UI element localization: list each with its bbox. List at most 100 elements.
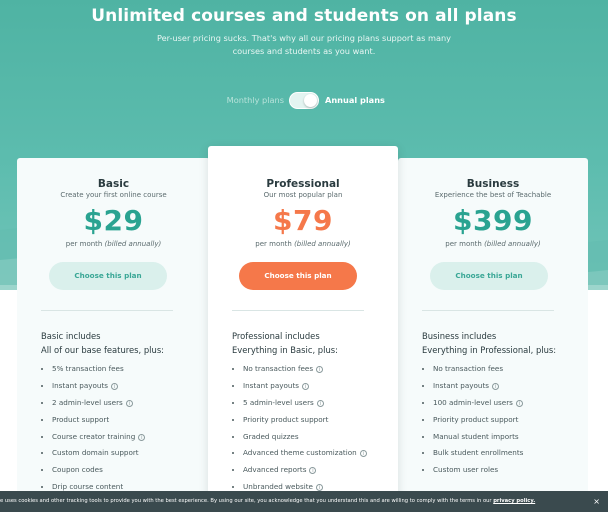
feature-label: Custom user roles [433, 465, 499, 475]
plan-period: per month (billed annually) [17, 240, 210, 248]
includes-title: Basic includes [41, 331, 101, 341]
feature-label: No transaction fees [243, 364, 314, 373]
includes-subtitle: All of our base features, plus: [41, 345, 165, 355]
bullet-icon [41, 384, 43, 387]
plan-price: $79 [273, 204, 333, 237]
includes-title: Business includes [422, 331, 497, 341]
feature-label: Priority product support [433, 414, 519, 424]
feature-label: Instant payouts [433, 380, 490, 390]
plan-period: per month (billed annually) [208, 240, 398, 248]
feature-label: Manual student imports [433, 431, 519, 441]
bullet-icon [232, 452, 234, 455]
card-divider [232, 310, 364, 311]
info-icon[interactable]: i [316, 399, 324, 407]
list-item: 2 admin-level users i [41, 398, 145, 415]
feature-label: Coupon codes [52, 465, 103, 475]
list-item: 100 admin-level users i [422, 398, 523, 415]
feature-label: Custom domain support [52, 448, 139, 458]
page-headline: Unlimited courses and students on all pl… [91, 6, 517, 26]
feature-label: 5 admin-level users [243, 397, 314, 407]
list-item: Bulk student enrollments [422, 448, 523, 465]
list-item: Custom domain support [41, 448, 145, 465]
feature-label: Priority product support [243, 414, 329, 424]
info-icon[interactable]: i [111, 382, 119, 390]
plan-card-basic: Basic Create your first online course $2… [17, 158, 210, 503]
info-icon[interactable]: i [302, 382, 310, 390]
annual-plans-label[interactable]: Annual plans [325, 95, 385, 105]
plan-name: Business [466, 178, 520, 190]
bullet-icon [422, 401, 424, 404]
bullet-icon [422, 435, 424, 438]
bullet-icon [232, 384, 234, 387]
plan-card-professional: Professional Our most popular plan $79 p… [208, 146, 398, 503]
bullet-icon [41, 435, 43, 438]
page-subtext: Per-user pricing sucks. That's why all o… [156, 33, 452, 56]
plan-name: Professional [266, 178, 340, 190]
close-icon[interactable]: × [593, 491, 600, 512]
choose-basic-plan-button[interactable]: Choose this plan [49, 262, 167, 290]
billing-period-toggle[interactable] [289, 92, 319, 109]
toggle-knob[interactable] [304, 94, 317, 107]
list-item: 5% transaction fees [41, 364, 145, 381]
list-item: Custom user roles [422, 465, 523, 482]
bullet-icon [232, 418, 234, 421]
feature-label: Advanced theme customization [243, 448, 357, 458]
list-item: Product support [41, 415, 145, 432]
bullet-icon [41, 452, 43, 455]
feature-label: Advanced reports [243, 465, 307, 475]
period-text: per month [65, 240, 103, 248]
info-icon[interactable]: i [309, 467, 317, 475]
feature-list: 5% transaction fees Instant payouts i 2 a… [41, 364, 146, 499]
info-icon[interactable]: i [316, 366, 324, 373]
feature-label: 2 admin-level users [52, 397, 123, 407]
list-item: Manual student imports [422, 432, 523, 449]
info-icon[interactable]: i [359, 450, 367, 458]
bullet-icon [232, 435, 234, 438]
bullet-icon [232, 486, 234, 489]
list-item: Priority product support [422, 415, 523, 432]
list-item: Graded quizzes [232, 432, 367, 449]
plan-tagline: Create your first online course [60, 191, 167, 199]
choose-professional-plan-button[interactable]: Choose this plan [239, 262, 357, 290]
bullet-icon [422, 384, 424, 387]
billing-note: (billed annually) [484, 240, 541, 248]
list-item: Instant payouts i [422, 381, 523, 398]
feature-label: Bulk student enrollments [433, 448, 524, 458]
card-divider [422, 310, 554, 311]
feature-label: Product support [52, 414, 110, 424]
bullet-icon [232, 368, 234, 370]
info-icon[interactable]: i [515, 399, 523, 407]
billing-note: (billed annually) [104, 240, 162, 248]
bullet-icon [232, 469, 234, 472]
plan-price: $399 [453, 204, 533, 237]
bullet-icon [41, 368, 43, 370]
monthly-plans-label[interactable]: Monthly plans [200, 95, 284, 105]
bullet-icon [41, 418, 43, 421]
info-icon[interactable]: i [492, 382, 500, 390]
plan-tagline: Our most popular plan [263, 191, 343, 199]
list-item: Instant payouts i [41, 381, 145, 398]
list-item: No transaction fees i [232, 364, 367, 381]
choose-business-plan-button[interactable]: Choose this plan [430, 262, 548, 290]
feature-label: Instant payouts [243, 380, 300, 390]
bullet-icon [232, 401, 234, 404]
bullet-icon [41, 469, 43, 472]
feature-label: Drip course content [52, 482, 124, 492]
list-item: No transaction fees [422, 364, 523, 381]
list-item: 5 admin-level users i [232, 398, 367, 415]
feature-list: No transaction fees Instant payouts i 100… [422, 364, 523, 482]
bullet-icon [41, 401, 43, 404]
info-icon[interactable]: i [138, 433, 146, 441]
includes-subtitle: Everything in Professional, plus: [422, 345, 557, 355]
bullet-icon [422, 469, 424, 472]
feature-list: No transaction fees i Instant payouts i 5 … [232, 364, 367, 499]
feature-label: Instant payouts [52, 380, 109, 390]
info-icon[interactable]: i [125, 399, 133, 407]
billing-toggle-row: Monthly plans Annual plans [0, 91, 608, 111]
plan-period: per month (billed annually) [398, 240, 588, 248]
list-item: Coupon codes [41, 465, 145, 482]
privacy-policy-link[interactable]: privacy policy. [493, 498, 535, 504]
plan-card-business: Business Experience the best of Teachabl… [398, 158, 588, 503]
list-item: Course creator training i [41, 432, 146, 449]
period-text: per month [445, 240, 482, 248]
